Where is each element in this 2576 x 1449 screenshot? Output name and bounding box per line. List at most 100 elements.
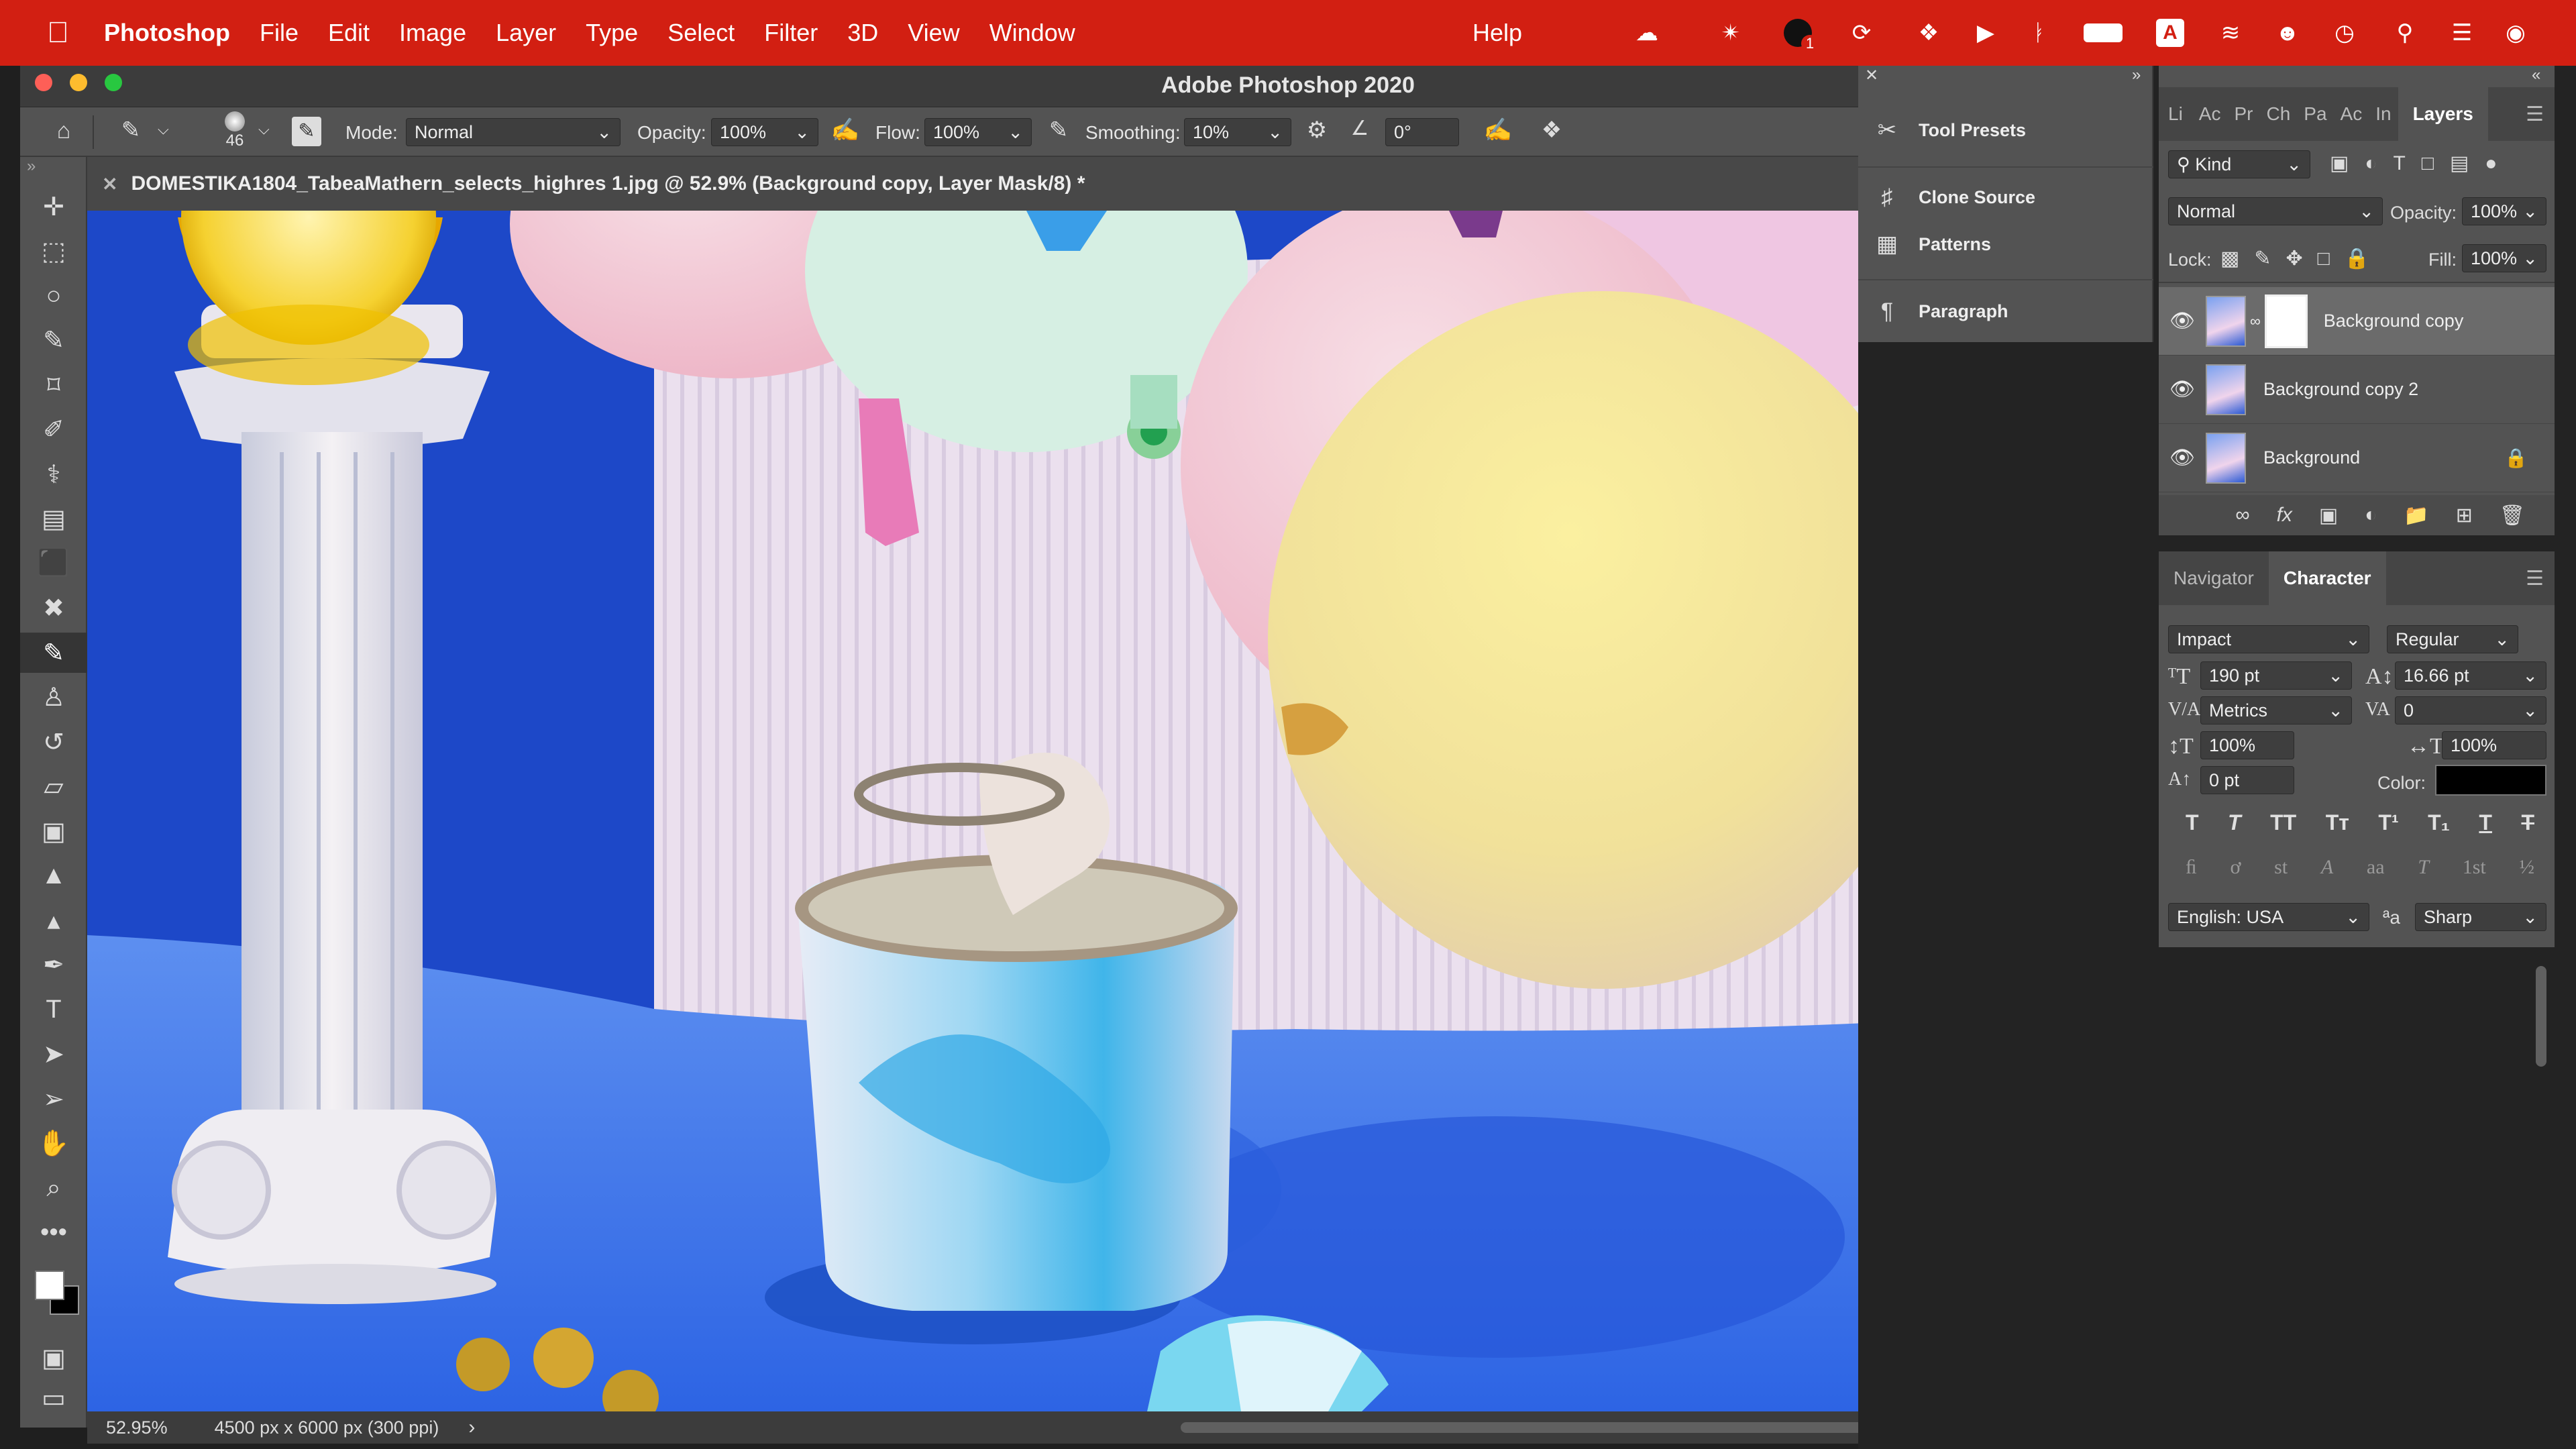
document-tab[interactable]: ✕ DOMESTIKA1804_TabeaMathern_selects_hig…	[87, 157, 1865, 211]
crop-tool-icon[interactable]: ⌑	[20, 365, 87, 405]
tab-adjustments[interactable]: Ac	[2192, 87, 2228, 141]
symmetry-icon[interactable]: ❖	[1533, 117, 1570, 144]
screen-mode-icon[interactable]: ▭	[20, 1378, 87, 1418]
patterns-button[interactable]: ▦ Patterns	[1870, 224, 1991, 264]
pressure-size-icon[interactable]: ✍	[1479, 117, 1517, 144]
menu-image[interactable]: Image	[384, 19, 481, 47]
paragraph-button[interactable]: ¶ Paragraph	[1870, 291, 2008, 331]
move-tool-icon[interactable]: ✛	[20, 186, 87, 227]
panel-menu-icon[interactable]: ☰	[2526, 567, 2555, 590]
mask-link-icon[interactable]: ∞	[2250, 313, 2261, 330]
visibility-eye-icon[interactable]: 👁	[2159, 446, 2206, 470]
faux-italic-button[interactable]: T	[2228, 810, 2241, 835]
zoom-tool-icon[interactable]: ⌕	[20, 1168, 87, 1208]
direct-select-tool-icon[interactable]: ➢	[20, 1079, 87, 1119]
path-select-tool-icon[interactable]: ➤	[20, 1034, 87, 1075]
fx-icon[interactable]: fx	[2277, 504, 2292, 527]
tab-layers[interactable]: Layers	[2398, 87, 2488, 141]
menu-select[interactable]: Select	[653, 19, 749, 47]
bluetooth-icon[interactable]: ᛓ	[2023, 16, 2056, 50]
apple-menu-icon[interactable]: 	[0, 16, 89, 50]
leading-field[interactable]: 16.66 pt ⌄	[2395, 661, 2546, 690]
notification-icon[interactable]: 1	[1781, 16, 1819, 52]
gear-icon[interactable]: ⚙	[1298, 117, 1336, 144]
brush-size-picker[interactable]: 46	[218, 111, 252, 150]
siri-icon[interactable]: ◉	[2499, 16, 2532, 50]
lock-position-icon[interactable]: ✥	[2286, 247, 2303, 270]
font-size-field[interactable]: 190 pt ⌄	[2200, 661, 2352, 690]
lock-image-icon[interactable]: ✎	[2254, 247, 2271, 270]
filter-smart-object-icon[interactable]: ▤	[2450, 152, 2469, 175]
zoom-level[interactable]: 52.95%	[106, 1417, 168, 1438]
collapse-toolbar-icon[interactable]: »	[27, 157, 36, 176]
type-tool-icon[interactable]: T	[20, 989, 87, 1030]
text-color-swatch[interactable]	[2435, 765, 2546, 796]
ordinals-button[interactable]: 1st	[2463, 856, 2486, 879]
brush-tool-icon[interactable]: ✎	[20, 633, 87, 673]
baseline-shift-field[interactable]: 0 pt	[2200, 766, 2294, 794]
brush-preset-icon[interactable]: ✎	[114, 117, 148, 144]
patch-tool-icon[interactable]: ▤	[20, 499, 87, 539]
flow-field[interactable]: 100% ⌄	[924, 118, 1032, 146]
lock-icon[interactable]: 🔒	[2504, 447, 2528, 469]
dropbox-icon[interactable]: ❖	[1912, 16, 1945, 50]
filter-type-icon[interactable]: T	[2393, 152, 2405, 175]
new-group-icon[interactable]: 📁	[2404, 504, 2428, 527]
collapse-dock-icon[interactable]: «	[2532, 66, 2540, 85]
tab-navigator[interactable]: Navigator	[2159, 551, 2269, 605]
wifi-off-icon[interactable]: ≋	[2214, 16, 2247, 50]
old-style-button[interactable]: ơ	[2230, 856, 2241, 879]
input-source-icon[interactable]: A	[2153, 16, 2187, 50]
sync-icon[interactable]: ⟳	[1845, 16, 1878, 50]
adjustment-layer-icon[interactable]: ◐	[2365, 504, 2377, 527]
transform-tool-icon[interactable]: ✖	[20, 588, 87, 629]
clone-source-button[interactable]: ♯ Clone Source	[1870, 177, 2036, 217]
status-menu-icon[interactable]: ›	[468, 1416, 475, 1439]
menu-file[interactable]: File	[245, 19, 313, 47]
filter-shape-icon[interactable]: □	[2422, 152, 2434, 175]
pen-tool-icon[interactable]: ✒	[20, 945, 87, 985]
brush-angle-field[interactable]: 0°	[1385, 118, 1459, 146]
dodge-tool-icon[interactable]: ▴	[20, 900, 87, 941]
strikethrough-button[interactable]: T	[2521, 810, 2534, 835]
layer-filter-kind[interactable]: ⚲ Kind ⌄	[2168, 150, 2310, 178]
visibility-eye-icon[interactable]: 👁	[2159, 309, 2206, 333]
dock-scrollbar[interactable]	[2536, 966, 2546, 1067]
brush-preset-dropdown-icon[interactable]: ⌵	[158, 121, 169, 138]
more-tools-icon[interactable]: •••	[20, 1213, 87, 1253]
ligatures-button[interactable]: ﬁ	[2186, 856, 2197, 879]
airbrush-icon[interactable]: ✎	[1040, 117, 1077, 144]
quick-select-tool-icon[interactable]: ✎	[20, 321, 87, 361]
collapse-panel-icon[interactable]: »	[2132, 66, 2141, 85]
creative-cloud-icon[interactable]: ✴	[1714, 16, 1748, 50]
underline-button[interactable]: T	[2479, 810, 2492, 835]
layer-mask-thumbnail[interactable]	[2264, 294, 2308, 348]
lock-artboard-icon[interactable]: □	[2318, 248, 2330, 270]
search-icon[interactable]: ⚲	[2388, 16, 2422, 50]
tab-libraries[interactable]: Li	[2159, 87, 2192, 141]
document-image[interactable]	[87, 211, 1999, 1411]
blur-tool-icon[interactable]: ▲	[20, 856, 87, 896]
time-machine-icon[interactable]: ◷	[2328, 16, 2361, 50]
kerning-field[interactable]: Metrics ⌄	[2200, 696, 2352, 724]
frame-tool-icon[interactable]: ⬛	[20, 543, 87, 584]
filter-toggle-icon[interactable]: ●	[2485, 152, 2497, 175]
spot-healing-tool-icon[interactable]: ⚕	[20, 454, 87, 494]
close-panel-icon[interactable]: ✕	[1865, 66, 1878, 85]
tab-properties[interactable]: Pr	[2227, 87, 2259, 141]
tab-paths[interactable]: Pa	[2297, 87, 2333, 141]
menu-type[interactable]: Type	[571, 19, 653, 47]
menu-layer[interactable]: Layer	[481, 19, 571, 47]
stylistic-alternates-button[interactable]: aa	[2367, 856, 2385, 879]
menu-window[interactable]: Window	[975, 19, 1090, 47]
brush-size-dropdown-icon[interactable]: ⌵	[258, 121, 270, 138]
user-icon[interactable]: ☻	[2271, 16, 2304, 50]
menu-help[interactable]: Help	[1472, 19, 1522, 47]
quick-mask-icon[interactable]: ▣	[20, 1338, 87, 1378]
tracking-field[interactable]: 0 ⌄	[2395, 696, 2546, 724]
filter-adjustment-icon[interactable]: ◐	[2365, 152, 2377, 175]
mode-dropdown[interactable]: Normal ⌄	[406, 118, 621, 146]
brush-settings-icon[interactable]: ✎	[292, 117, 321, 146]
smoothing-field[interactable]: 10% ⌄	[1184, 118, 1291, 146]
layer-row[interactable]: 👁 Background 🔒	[2159, 424, 2555, 492]
